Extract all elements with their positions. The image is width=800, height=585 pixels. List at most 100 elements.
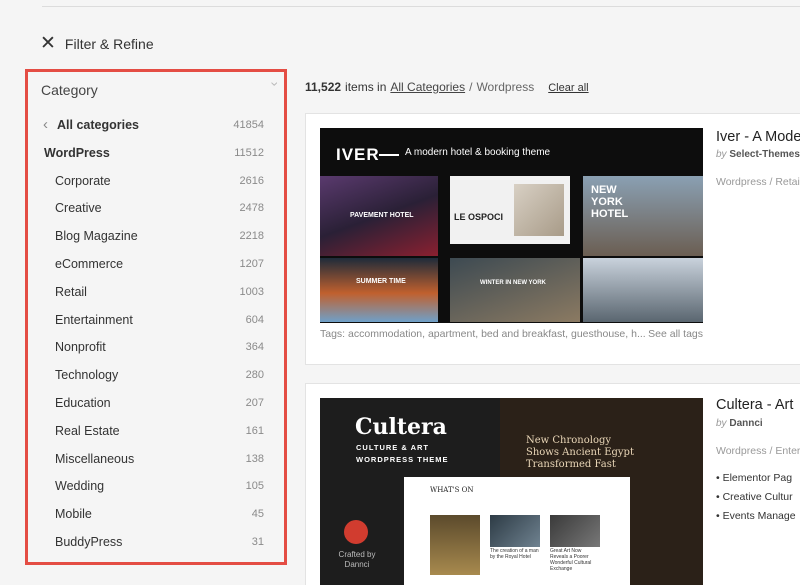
category-item[interactable]: Miscellaneous 138: [28, 446, 284, 474]
category-item[interactable]: Creative 2478: [28, 195, 284, 223]
results-count: 11,522: [305, 80, 342, 94]
category-count: 1003: [239, 285, 264, 298]
thumbnail-divider: [379, 154, 399, 156]
author-prefix: by: [716, 418, 727, 429]
category-label: Retail: [55, 284, 87, 299]
chevron-left-icon: ‹: [43, 116, 48, 133]
category-item[interactable]: Blog Magazine 2218: [28, 223, 284, 251]
item-title[interactable]: Iver - A Mode: [716, 129, 800, 145]
category-label: Corporate: [55, 173, 111, 188]
category-label: Mobile: [55, 507, 92, 522]
crafted-by-label: Crafted by Dannci: [338, 550, 376, 569]
category-count: 604: [245, 313, 264, 326]
thumbnail-logo: IVER: [336, 145, 380, 164]
preview-headline: New Chronology Shows Ancient Egypt Trans…: [526, 435, 634, 470]
item-category: Wordpress / Enter: [716, 445, 800, 457]
category-item[interactable]: Education 207: [28, 390, 284, 418]
category-label: eCommerce: [55, 256, 124, 271]
category-label: WordPress: [44, 145, 110, 160]
author-prefix: by: [716, 149, 727, 160]
category-count: 2218: [239, 230, 264, 243]
preview-section-title: WHAT'S ON: [430, 486, 474, 494]
thumbnail-tagline: A modern hotel & booking theme: [405, 147, 551, 158]
preview-label: NEW YORK HOTEL: [591, 184, 629, 220]
breadcrumb-current: Wordpress: [476, 80, 535, 94]
category-count: 31: [251, 535, 264, 548]
category-count: 105: [245, 480, 264, 493]
category-item[interactable]: eCommerce 1207: [28, 251, 284, 279]
item-author: by Dannci: [716, 418, 763, 429]
category-count: 280: [245, 369, 264, 382]
see-all-tags-link[interactable]: See all tags: [648, 328, 703, 340]
category-item[interactable]: Real Estate 161: [28, 418, 284, 446]
category-item[interactable]: Nonprofit 364: [28, 334, 284, 362]
category-count: 1207: [239, 257, 264, 270]
category-item[interactable]: Corporate 2616: [28, 168, 284, 196]
category-label: Miscellaneous: [55, 451, 135, 466]
tags-list: Tags: accommodation, apartment, bed and …: [320, 328, 646, 340]
category-count: 161: [245, 424, 264, 437]
clear-all-link[interactable]: Clear all: [548, 82, 588, 94]
preview-artwork: [550, 515, 600, 547]
feature-list: Elementor Pag Creative Cultur Events Man…: [716, 472, 796, 529]
category-item[interactable]: Entertainment 604: [28, 307, 284, 335]
item-category: Wordpress / Retail: [716, 176, 800, 188]
item-title[interactable]: Cultera - Art: [716, 397, 793, 413]
category-count: 11512: [234, 146, 264, 159]
item-tags: Tags: accommodation, apartment, bed and …: [320, 328, 703, 340]
category-count: 138: [245, 452, 264, 465]
item-thumbnail[interactable]: IVER A modern hotel & booking theme PAVE…: [320, 128, 703, 323]
close-icon[interactable]: ✕: [40, 34, 56, 54]
preview-screenshot: [583, 258, 703, 322]
category-item[interactable]: Retail 1003: [28, 279, 284, 307]
category-all[interactable]: ‹ All categories 41854: [28, 112, 284, 140]
category-item[interactable]: Wedding 105: [28, 473, 284, 501]
category-count: 2478: [239, 202, 264, 215]
preview-label: SUMMER TIME: [356, 278, 406, 285]
breadcrumb-separator: /: [469, 80, 473, 94]
author-link[interactable]: Select-Themes: [729, 149, 800, 160]
filter-refine-toggle[interactable]: ✕ Filter & Refine: [40, 34, 154, 54]
chevron-down-icon[interactable]: ›: [267, 82, 283, 87]
category-label: All categories: [57, 118, 139, 132]
preview-artwork: [490, 515, 540, 547]
preview-screenshot: LE OSPOCI: [450, 176, 570, 244]
preview-screenshot: PAVEMENT HOTEL: [320, 176, 438, 256]
feature-item: Creative Cultur: [716, 491, 796, 503]
item-card-cultera: Cultera CULTURE & ART WORDPRESS THEME Cr…: [305, 383, 800, 585]
breadcrumb-all-categories[interactable]: All Categories: [390, 80, 465, 94]
preview-screenshot: WINTER IN NEW YORK: [450, 258, 580, 322]
category-item[interactable]: BuddyPress 31: [28, 529, 284, 557]
category-label: Wedding: [55, 479, 105, 494]
category-label: BuddyPress: [55, 534, 123, 549]
thumbnail-subtitle: CULTURE & ART WORDPRESS THEME: [356, 443, 449, 464]
category-count: 364: [245, 341, 264, 354]
preview-label: WINTER IN NEW YORK: [480, 280, 546, 286]
category-item[interactable]: Technology 280: [28, 362, 284, 390]
category-panel: Category › ‹ All categories 41854 WordPr…: [25, 69, 287, 565]
category-count: 2616: [239, 174, 264, 187]
category-header[interactable]: Category ›: [28, 72, 284, 112]
preview-caption: The creation of a man by the Royal Hotel: [490, 548, 539, 560]
category-label: Nonprofit: [55, 340, 106, 355]
category-wordpress[interactable]: WordPress 11512: [28, 140, 284, 168]
category-label: Technology: [55, 368, 119, 383]
feature-item: Events Manage: [716, 510, 796, 522]
preview-label: LE OSPOCI: [454, 212, 504, 222]
item-thumbnail[interactable]: Cultera CULTURE & ART WORDPRESS THEME Cr…: [320, 398, 703, 585]
results-summary: 11,522 items in All Categories / Wordpre…: [305, 80, 589, 94]
category-title: Category: [41, 82, 98, 98]
filter-refine-label: Filter & Refine: [64, 36, 154, 52]
feature-item: Elementor Pag: [716, 472, 796, 484]
preview-artwork: [430, 515, 480, 575]
category-label: Entertainment: [55, 312, 133, 327]
category-label: Blog Magazine: [55, 229, 138, 244]
category-count: 207: [245, 396, 264, 409]
crafted-badge-icon: [344, 520, 368, 544]
preview-screenshot: SUMMER TIME: [320, 258, 438, 322]
preview-label: PAVEMENT HOTEL: [350, 212, 414, 219]
category-item[interactable]: Mobile 45: [28, 501, 284, 529]
author-link[interactable]: Dannci: [729, 418, 762, 429]
category-count: 41854: [233, 119, 264, 131]
item-card-iver: IVER A modern hotel & booking theme PAVE…: [305, 113, 800, 365]
